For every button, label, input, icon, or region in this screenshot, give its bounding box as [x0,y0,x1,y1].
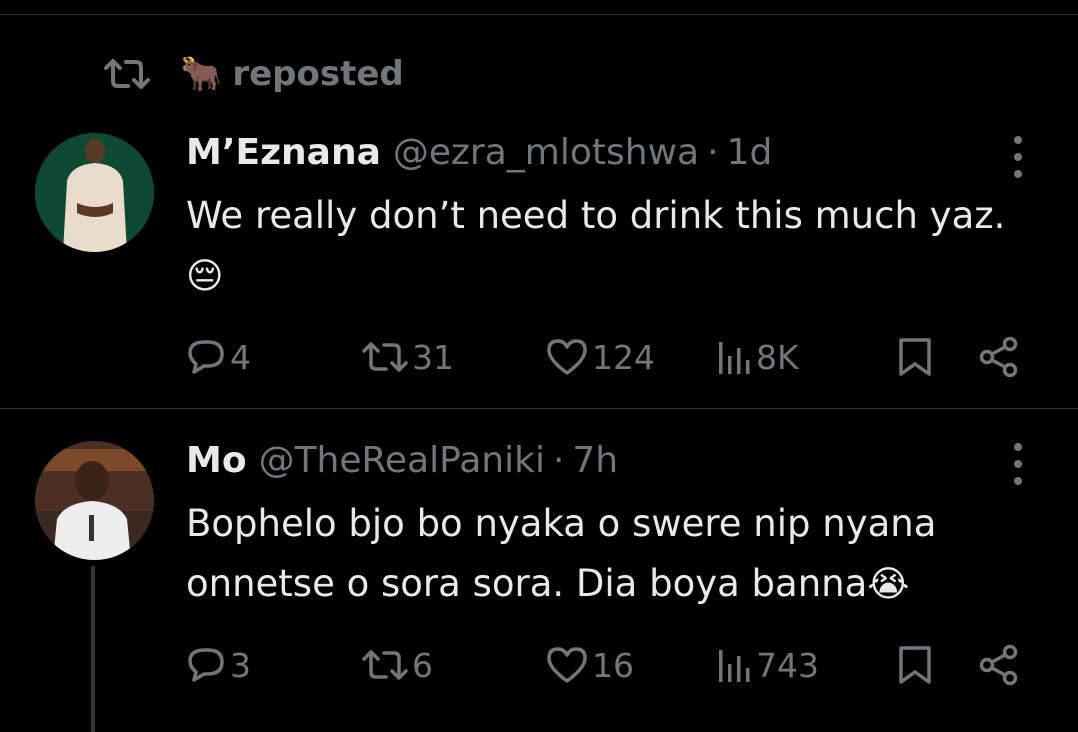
reply-count: 4 [230,337,251,377]
views-button[interactable]: 8K [716,332,799,382]
crying-face-emoji: 😭 [867,564,910,605]
user-handle[interactable]: @TheRealPaniki [259,440,545,481]
display-name[interactable]: Mo [186,440,247,481]
post-text-content: Bophelo bjo bo nyaka o swere nip nyana o… [186,502,937,605]
post-text: We really don’t need to drink this much … [186,186,1006,307]
repost-count: 31 [412,337,454,377]
thread-connector [91,566,95,732]
share-button[interactable] [978,332,1020,382]
view-count: 8K [756,337,799,377]
repost-label: reposted [232,54,404,94]
bookmark-icon [898,645,932,685]
heart-icon [546,338,588,376]
separator: · [552,440,565,481]
repost-icon [362,340,408,374]
like-count: 124 [592,337,655,377]
ox-emoji: 🐂 [180,54,223,94]
post-divider [0,408,1078,409]
post-actions: 3 6 16 743 [186,640,1026,690]
timestamp[interactable]: 1d [727,132,773,173]
more-options-icon[interactable] [1010,136,1026,178]
post-actions: 4 31 124 8K [186,332,1026,382]
separator: · [707,132,719,173]
views-icon [716,646,752,684]
more-options-icon[interactable] [1010,443,1026,485]
views-button[interactable]: 743 [716,640,819,690]
repost-button[interactable]: 6 [362,640,433,690]
avatar[interactable] [35,441,154,560]
timeline: 🐂 reposted M’Eznana @ezra_mlotshwa · 1d … [0,0,1078,732]
heart-icon [546,646,588,684]
reply-button[interactable]: 3 [186,640,251,690]
like-count: 16 [592,645,634,685]
bookmark-icon [898,337,932,377]
user-handle[interactable]: @ezra_mlotshwa [393,132,699,173]
share-icon [978,644,1020,686]
top-divider [0,14,1078,15]
bookmark-button[interactable] [898,332,932,382]
timestamp[interactable]: 7h [572,440,618,481]
repost-banner[interactable]: 🐂 reposted [104,52,404,96]
share-icon [978,336,1020,378]
avatar[interactable] [35,133,154,252]
share-button[interactable] [978,640,1020,690]
display-name[interactable]: M’Eznana [186,132,381,173]
views-icon [716,338,752,376]
view-count: 743 [756,645,819,685]
like-button[interactable]: 124 [546,332,655,382]
repost-icon [104,57,150,91]
repost-count: 6 [412,645,433,685]
post-text-content: We really don’t need to drink this much … [186,194,1006,237]
like-button[interactable]: 16 [546,640,634,690]
pensive-face-emoji: 😔 [186,256,224,297]
post-header: M’Eznana @ezra_mlotshwa · 1d [186,132,772,173]
reply-count: 3 [230,645,251,685]
repost-icon [362,648,408,682]
post-text: Bophelo bjo bo nyaka o swere nip nyana o… [186,494,1006,615]
reply-icon [186,645,226,685]
bookmark-button[interactable] [898,640,932,690]
repost-button[interactable]: 31 [362,332,454,382]
reply-icon [186,337,226,377]
reply-button[interactable]: 4 [186,332,251,382]
post-header: Mo @TheRealPaniki · 7h [186,440,618,481]
